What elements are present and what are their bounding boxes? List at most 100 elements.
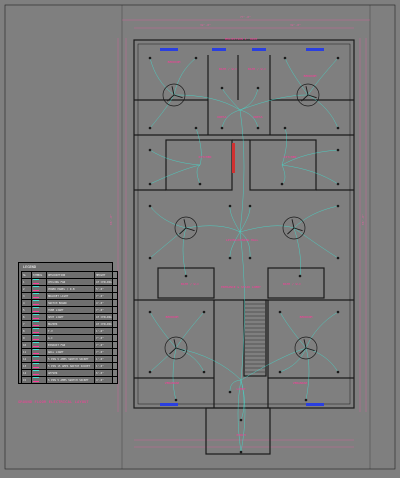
svg-text:32'-0": 32'-0" (200, 23, 211, 27)
legend-height: 4'-0" (94, 376, 118, 384)
light-point-icon (336, 370, 340, 374)
bracket-icon (33, 293, 39, 298)
legend-height: 5'-0" (94, 285, 118, 293)
light-point-icon (278, 310, 282, 314)
legend-header-description: DESCRIPTION (46, 271, 95, 279)
svg-text:32'-0": 32'-0" (290, 23, 301, 27)
legend-description: 5 PIN 15 AMPS SWITCH SOCKET (46, 362, 95, 370)
legend-header-symbol: SYMBOL (31, 271, 47, 279)
s15-icon (33, 363, 39, 368)
light-point-icon (174, 398, 178, 402)
legend-symbol (31, 313, 47, 321)
legend-header-row: SL SYMBOL DESCRIPTION HEIGHT (21, 271, 118, 279)
room-label-porch: PORCH (236, 433, 245, 437)
legend-row: 7 BUZZER AT CEILING (21, 320, 118, 328)
legend-height: 6'-0" (94, 369, 118, 377)
light-point-icon (248, 204, 252, 208)
spot-icon (33, 314, 39, 319)
legend-height: 7'-0" (94, 341, 118, 349)
light-point-icon (336, 148, 340, 152)
room-label-verandah-r: VERANDAH (293, 381, 308, 385)
light-point-icon (148, 148, 152, 152)
legend-header-height: HEIGHT (94, 271, 118, 279)
legend-table: LEGEND SL SYMBOL DESCRIPTION HEIGHT 1 CEI… (18, 262, 118, 384)
legend-sl: 12 (21, 355, 32, 363)
legend-height: AT CEILING (94, 278, 118, 286)
legend-row: 11 WALL LIGHT 7'-0" (21, 348, 118, 356)
legend-symbol (31, 334, 47, 342)
legend-height: 4'-0" (94, 299, 118, 307)
legend-symbol (31, 355, 47, 363)
legend-sl: 6 (21, 313, 32, 321)
light-point-icon (239, 450, 243, 454)
legend-description: TUBE LIGHT (46, 306, 95, 314)
legend-symbol (31, 292, 47, 300)
room-label-bedroom-tr: BEDROOM (304, 74, 317, 78)
legend-row: 15 5 PIN 5 AMPS SWITCH SOCKET 4'-0" (21, 376, 118, 384)
legend-row: 5 TUBE LIGHT 7'-0" (21, 306, 118, 314)
svg-text:77'-0": 77'-0" (240, 15, 251, 19)
light-point-icon (228, 204, 232, 208)
room-label-bath-tl: BATH / W.C (219, 67, 237, 71)
light-point-icon (148, 310, 152, 314)
room-label-bath-tr: BATH / W.C (248, 67, 266, 71)
legend-row: 13 5 PIN 15 AMPS SWITCH SOCKET 1'-0" (21, 362, 118, 370)
legend-height: 7'-0" (94, 306, 118, 314)
light-point-icon (228, 390, 232, 394)
wall-icon (33, 349, 39, 354)
ceiling-fan-icon (33, 279, 39, 284)
tv-icon (33, 328, 39, 333)
legend-symbol (31, 327, 47, 335)
legend-height: 7'-0" (94, 348, 118, 356)
legend-description: BRACKET LIGHT (46, 292, 95, 300)
legend-symbol (31, 341, 47, 349)
light-point-icon (256, 86, 260, 90)
legend-symbol (31, 362, 47, 370)
room-label-kitchen-l: KITCHEN (199, 155, 212, 159)
room-label-bath-br: BATH / W.C (283, 282, 301, 286)
legend-description: A.C (46, 334, 95, 342)
legend-height: 1'-0" (94, 355, 118, 363)
legend-sl: 4 (21, 299, 32, 307)
geyser-icon (33, 370, 39, 375)
svg-text:66'-0": 66'-0" (361, 214, 365, 225)
drawing-title: GROUND FLOOR ELECTRICAL LAYOUT (18, 400, 89, 404)
light-point-icon (198, 182, 202, 186)
legend-symbol (31, 278, 47, 286)
legend-height: 7'-0" (94, 292, 118, 300)
room-label-entrance: ENTRANCE & STAIR LOBBY (221, 285, 261, 289)
legend-height: 1'-0" (94, 362, 118, 370)
legend-row: 6 SPOT LIGHT AT CEILING (21, 313, 118, 321)
light-point-icon (220, 86, 224, 90)
legend-sl: 13 (21, 362, 32, 370)
bell-icon (33, 321, 39, 326)
light-point-icon (239, 418, 243, 422)
legend-row: 14 GEYSER 6'-0" (21, 369, 118, 377)
light-point-icon (220, 126, 224, 130)
tube-icon (33, 307, 39, 312)
light-point-icon (148, 370, 152, 374)
light-point-icon (148, 256, 152, 260)
light-point-icon (336, 56, 340, 60)
light-point-icon (336, 182, 340, 186)
legend-row: 10 EXHAUST FAN 7'-0" (21, 341, 118, 349)
legend-sl: 10 (21, 341, 32, 349)
legend-symbol (31, 306, 47, 314)
legend-description: BUZZER (46, 320, 95, 328)
light-point-icon (202, 310, 206, 314)
light-point-icon (336, 256, 340, 260)
ac-icon (33, 335, 39, 340)
legend-row: 4 SWITCH BOARD 4'-0" (21, 299, 118, 307)
legend-symbol (31, 348, 47, 356)
legend-sl: 7 (21, 320, 32, 328)
legend-sl: 3 (21, 292, 32, 300)
room-label-living: LIVING/DINING HALL (226, 238, 259, 242)
switch-icon (33, 300, 39, 305)
legend-row: 2 POWER PANEL / D.B 5'-0" (21, 285, 118, 293)
legend-symbol (31, 320, 47, 328)
doors (232, 143, 235, 173)
legend-symbol (31, 376, 47, 384)
legend-row: 3 BRACKET LIGHT 7'-0" (21, 292, 118, 300)
legend-description: 5 PIN 5 AMPS SWITCH SOCKET (46, 355, 95, 363)
light-point-icon (280, 182, 284, 186)
